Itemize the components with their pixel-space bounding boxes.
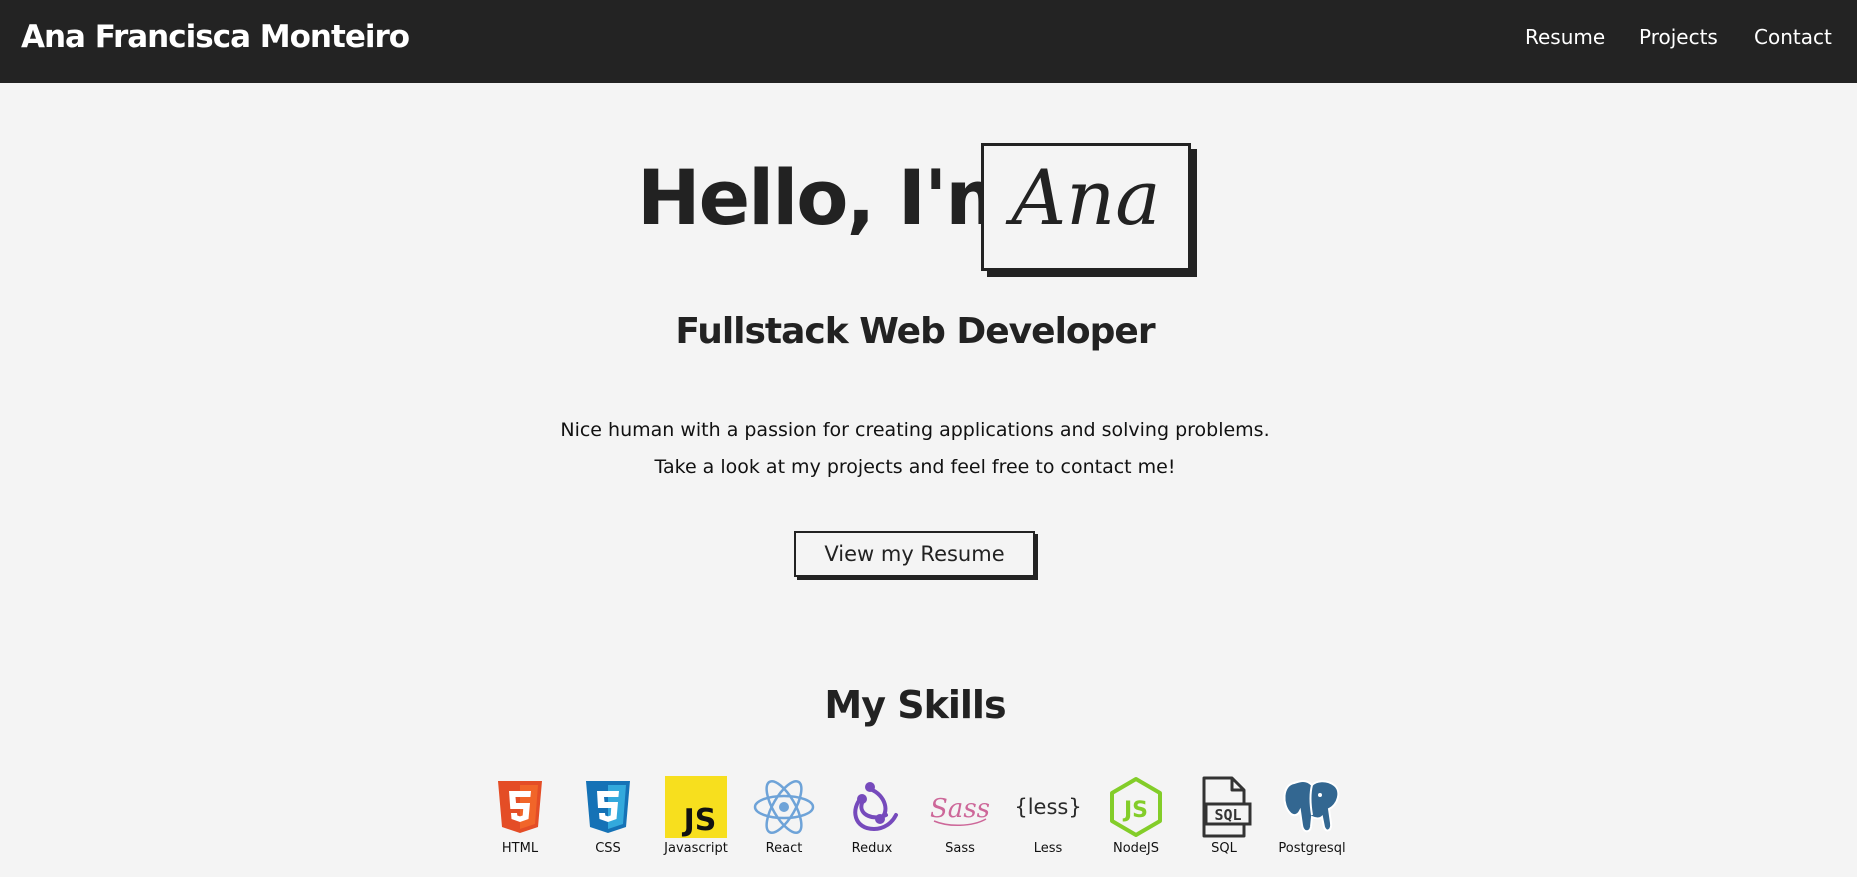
skill-label: React <box>765 841 803 856</box>
view-resume-button[interactable]: View my Resume <box>794 531 1035 577</box>
svg-text:Sass: Sass <box>930 794 990 824</box>
skill-label: Postgresql <box>1278 841 1346 856</box>
skill-label: Redux <box>851 841 893 856</box>
skill-item-postgresql: Postgresql <box>1267 775 1357 865</box>
skill-item-sql: SQL SQL <box>1179 775 1269 865</box>
skill-label: HTML <box>501 841 539 856</box>
skill-label: NodeJS <box>1112 841 1159 856</box>
svg-text:JS: JS <box>1122 798 1148 823</box>
skill-item-html: HTML <box>475 775 565 865</box>
nav-link-contact[interactable]: Contact <box>1754 25 1832 49</box>
nav-link-projects[interactable]: Projects <box>1639 25 1718 49</box>
html5-icon <box>498 781 542 833</box>
sql-icon: SQL <box>1202 776 1252 838</box>
skill-item-sass: Sass Sass <box>915 775 1005 865</box>
sass-icon: Sass <box>930 794 990 826</box>
css3-icon <box>586 781 630 833</box>
skill-label: Less <box>1033 841 1063 856</box>
skill-label: Sass <box>945 841 975 856</box>
skill-label: SQL <box>1211 841 1237 856</box>
skill-item-react: React <box>739 775 829 865</box>
postgresql-icon <box>1283 780 1340 833</box>
skill-item-redux: Redux <box>827 775 917 865</box>
hero-subtitle: Fullstack Web Developer <box>675 311 1155 352</box>
skill-item-nodejs: JS NodeJS <box>1091 775 1181 865</box>
hero-description-line-1: Nice human with a passion for creating a… <box>560 419 1270 441</box>
brand-name[interactable]: Ana Francisca Monteiro <box>21 19 410 55</box>
redux-icon <box>853 782 898 832</box>
nav-link-resume[interactable]: Resume <box>1525 25 1605 49</box>
hero-greeting: Hello, I'm <box>637 153 1025 242</box>
less-icon: {less} <box>1016 795 1080 819</box>
navbar: Ana Francisca Monteiro Resume Projects C… <box>0 0 1857 83</box>
hero-name-box: Ana <box>981 143 1191 271</box>
skill-label: CSS <box>595 841 621 856</box>
skills-title: My Skills <box>824 683 1006 727</box>
skill-item-less: {less} Less <box>1003 775 1093 865</box>
svg-text:{less}: {less} <box>1016 795 1080 819</box>
skill-item-javascript: JS Javascript <box>651 775 741 865</box>
svg-text:SQL: SQL <box>1214 806 1241 824</box>
skill-label: Javascript <box>664 841 728 856</box>
react-icon <box>753 780 815 834</box>
nodejs-icon: JS <box>1110 777 1162 837</box>
hero-name: Ana <box>1011 153 1161 242</box>
javascript-icon: JS <box>665 776 727 838</box>
hero-description-line-2: Take a look at my projects and feel free… <box>654 456 1176 478</box>
svg-text:JS: JS <box>682 803 717 838</box>
skill-item-css: CSS <box>563 775 653 865</box>
